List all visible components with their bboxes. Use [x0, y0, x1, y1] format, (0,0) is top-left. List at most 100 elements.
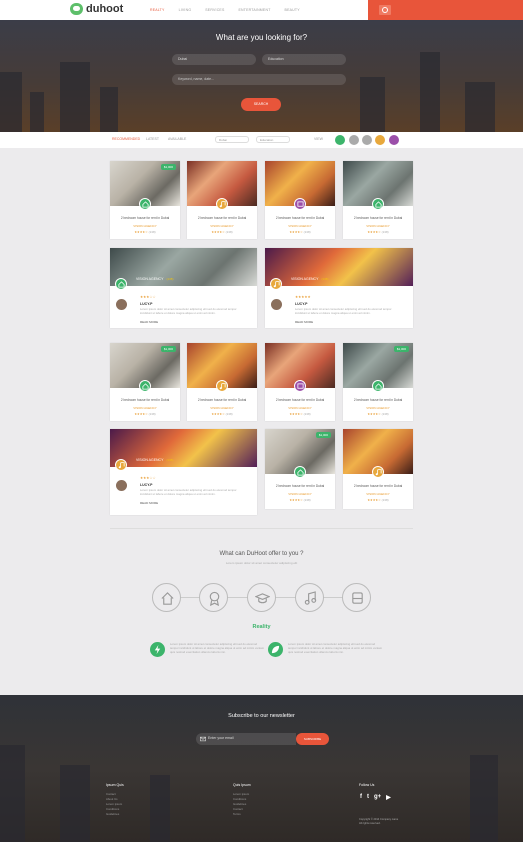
- music-icon: [270, 278, 282, 290]
- agency-name: VISION AGENCY: [133, 406, 157, 410]
- offer-bus-icon[interactable]: [342, 583, 371, 612]
- rating-stars: ★★★★☆: [289, 498, 303, 502]
- review-count: (138): [381, 412, 389, 416]
- rating-stars: ★★★★☆: [211, 412, 225, 416]
- read-more-link[interactable]: READ MORE: [140, 501, 158, 505]
- listing-title: 2 bedroom house for rent in Dubai: [353, 484, 403, 488]
- rating-stars: ★★★★☆: [289, 230, 303, 234]
- agency-name: VISION AGENCY: [133, 224, 157, 228]
- listing-card[interactable]: 2 bedroom house for rent in Dubai VISION…: [265, 343, 335, 421]
- category-select[interactable]: Education: [262, 54, 346, 65]
- tab-available[interactable]: AVAILABLE: [168, 137, 186, 141]
- rating: ★★★★☆ (138): [343, 412, 413, 416]
- listing-card[interactable]: 2 bedroom house for rent in Dubai VISION…: [187, 161, 257, 239]
- read-more-link[interactable]: READ MORE: [140, 320, 158, 324]
- filter-beauty-icon[interactable]: [389, 135, 399, 145]
- facebook-icon[interactable]: f: [360, 794, 362, 801]
- filter-entertainment-icon[interactable]: [375, 135, 385, 145]
- email-placeholder: Enter your email: [208, 736, 234, 740]
- avatar: [116, 480, 127, 491]
- listing-card[interactable]: 2 bedroom house for rent in Dubai VISION…: [343, 161, 413, 239]
- listing-image: [110, 248, 257, 286]
- banner-agency-name: VISION AGENCY: [291, 277, 319, 281]
- filter-living-icon[interactable]: [349, 135, 359, 145]
- hero-search: What are you looking for? Dubai Educatio…: [0, 20, 523, 132]
- bus-icon: [294, 198, 306, 210]
- rating-stars: ★★★★☆: [367, 412, 381, 416]
- listing-title: 2 bedroom house for rent in Dubai: [120, 216, 170, 220]
- header-search-bar[interactable]: [368, 0, 523, 20]
- nav-item-beauty[interactable]: BEAUTY: [285, 8, 300, 12]
- category-select-value: Education: [268, 57, 284, 61]
- review-count: (138): [148, 230, 156, 234]
- reviewer-name: LUCY.P: [295, 302, 308, 306]
- featured-card[interactable]: VISION AGENCY (138) ★★★★★ LUCY.P Lorem ip…: [265, 248, 413, 328]
- review-text: Lorem ipsum dolor sit amet consectetur a…: [140, 307, 237, 315]
- feature-text: Lorem ipsum dolor sit amet consectetur a…: [170, 642, 265, 655]
- tab-latest[interactable]: LATEST: [146, 137, 159, 141]
- subscribe-button[interactable]: SUBSCRIBE: [296, 733, 329, 745]
- hero-title: What are you looking for?: [215, 33, 308, 42]
- sort-city-select[interactable]: Dubai: [215, 136, 249, 143]
- agency-name: VISION AGENCY: [288, 492, 312, 496]
- home-icon: [139, 380, 151, 392]
- footer-link[interactable]: Guidelines: [106, 812, 124, 817]
- banner-review-count: (138): [166, 458, 174, 462]
- nav-item-realty[interactable]: REALTY: [150, 8, 165, 12]
- filter-services-icon[interactable]: [362, 135, 372, 145]
- offer-graduation-icon[interactable]: [247, 583, 276, 612]
- listing-card[interactable]: $1,000 2 bedroom house for rent in Dubai…: [110, 161, 180, 239]
- review-text: Lorem ipsum dolor sit amet consectetur a…: [140, 488, 237, 496]
- section-divider: [110, 528, 413, 529]
- rating: ★★★★☆ (138): [343, 230, 413, 234]
- footer-column-1: Ipsum Quis Contact About Us Lorem ipsum …: [106, 783, 124, 817]
- filter-bar: RECOMMENDED LATEST AVAILABLE Dubai Educa…: [0, 132, 523, 148]
- tab-recommended[interactable]: RECOMMENDED: [112, 137, 140, 141]
- listing-title: 2 bedroom house for rent in Dubai: [353, 398, 403, 402]
- youtube-icon[interactable]: ▶: [386, 794, 391, 801]
- read-more-link[interactable]: READ MORE: [295, 320, 313, 324]
- rating: ★★★★☆ (138): [187, 412, 257, 416]
- home-icon: [115, 278, 127, 290]
- sort-category-select[interactable]: Education: [256, 136, 290, 143]
- filter-realty-icon[interactable]: [335, 135, 345, 145]
- rating: ★★★★☆ (138): [343, 498, 413, 502]
- offer-music-icon[interactable]: [295, 583, 324, 612]
- copyright: Copyright © 2014 Company name All rights…: [359, 818, 398, 826]
- nav-item-services[interactable]: SERVICES: [205, 8, 224, 12]
- brand-logo[interactable]: duhoot: [70, 3, 123, 15]
- rating: ★★★★☆ (138): [265, 230, 335, 234]
- listing-title: 2 bedroom house for rent in Dubai: [120, 398, 170, 402]
- view-label: VIEW: [314, 137, 323, 141]
- logo-icon: [70, 3, 83, 15]
- twitter-icon[interactable]: t: [367, 794, 369, 801]
- banner-review-count: (138): [166, 277, 174, 281]
- offer-award-icon[interactable]: [199, 583, 228, 612]
- reviewer-name: LUCY.P: [140, 483, 153, 487]
- offer-home-icon[interactable]: [152, 583, 181, 612]
- email-input[interactable]: Enter your email: [196, 733, 296, 745]
- listing-card[interactable]: 2 bedroom house for rent in Dubai VISION…: [187, 343, 257, 421]
- featured-card[interactable]: VISION AGENCY (138) ★★★☆☆ LUCY.P Lorem ip…: [110, 248, 257, 328]
- listing-card[interactable]: 2 bedroom house for rent in Dubai VISION…: [265, 161, 335, 239]
- banner-agency-name: VISION AGENCY: [136, 277, 164, 281]
- feature-text: Lorem ipsum dolor sit amet consectetur a…: [288, 642, 383, 655]
- listing-card[interactable]: $1,000 2 bedroom house for rent in Dubai…: [265, 429, 335, 509]
- review-count: (138): [225, 230, 233, 234]
- agency-name: VISION AGENCY: [366, 406, 390, 410]
- listing-card[interactable]: $1,000 2 bedroom house for rent in Dubai…: [343, 343, 413, 421]
- nav-item-entertainment[interactable]: ENTERTAINMENT: [239, 8, 271, 12]
- nav-item-living[interactable]: LIVING: [179, 8, 192, 12]
- featured-card[interactable]: VISION AGENCY (138) ★★★☆☆ LUCY.P Lorem ip…: [110, 429, 257, 515]
- google-plus-icon[interactable]: g+: [374, 794, 381, 801]
- keyword-input[interactable]: Keyword, name, date...: [172, 74, 346, 85]
- footer-column-title: Quis Ipsum: [233, 783, 251, 787]
- listing-card[interactable]: $1,000 2 bedroom house for rent in Dubai…: [110, 343, 180, 421]
- search-icon[interactable]: [379, 5, 391, 15]
- listing-title: 2 bedroom house for rent in Dubai: [353, 216, 403, 220]
- city-select[interactable]: Dubai: [172, 54, 256, 65]
- listing-card[interactable]: 2 bedroom house for rent in Dubai VISION…: [343, 429, 413, 509]
- search-button[interactable]: SEARCH: [241, 98, 281, 111]
- banner-review-count: (138): [321, 277, 329, 281]
- footer-link[interactable]: Terms: [233, 812, 251, 817]
